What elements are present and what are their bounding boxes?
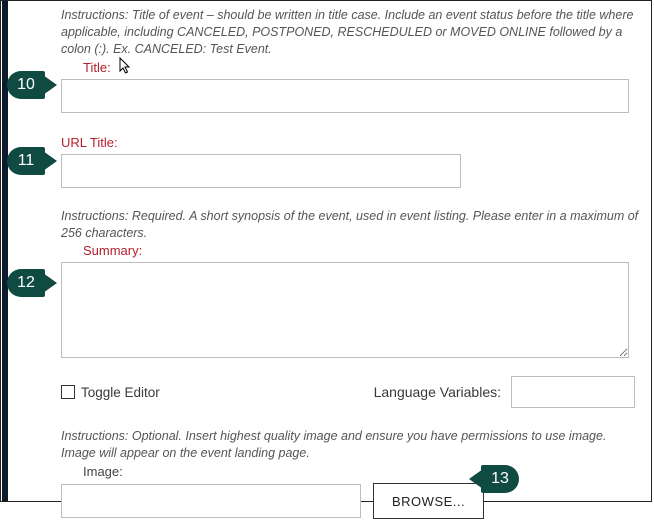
language-variables-group: Language Variables: — [374, 376, 635, 408]
title-instructions: Instructions: Title of event – should be… — [61, 7, 643, 58]
title-label: Title: — [83, 60, 643, 75]
image-instructions: Instructions: Optional. Insert highest q… — [61, 428, 643, 462]
editor-lang-row: Toggle Editor Language Variables: — [61, 376, 643, 408]
image-label: Image: — [83, 464, 643, 479]
url-title-input[interactable] — [61, 154, 461, 188]
summary-instructions: Instructions: Required. A short synopsis… — [61, 208, 643, 242]
toggle-editor-label: Toggle Editor — [81, 385, 160, 400]
url-title-label: URL Title: — [61, 135, 643, 150]
image-path-input[interactable] — [61, 484, 361, 518]
title-input[interactable] — [61, 79, 629, 113]
checkbox-icon — [61, 385, 75, 399]
form-content: Instructions: Title of event – should be… — [1, 1, 651, 527]
sidebar-stripe — [2, 1, 8, 501]
image-row: BROWSE... — [61, 483, 643, 519]
language-variables-input[interactable] — [511, 376, 635, 408]
browse-button[interactable]: BROWSE... — [373, 483, 484, 519]
toggle-editor-checkbox[interactable]: Toggle Editor — [61, 385, 160, 400]
summary-label: Summary: — [83, 243, 643, 258]
language-variables-label: Language Variables: — [374, 384, 501, 400]
summary-textarea[interactable] — [61, 262, 629, 358]
form-panel: Instructions: Title of event – should be… — [0, 0, 652, 502]
